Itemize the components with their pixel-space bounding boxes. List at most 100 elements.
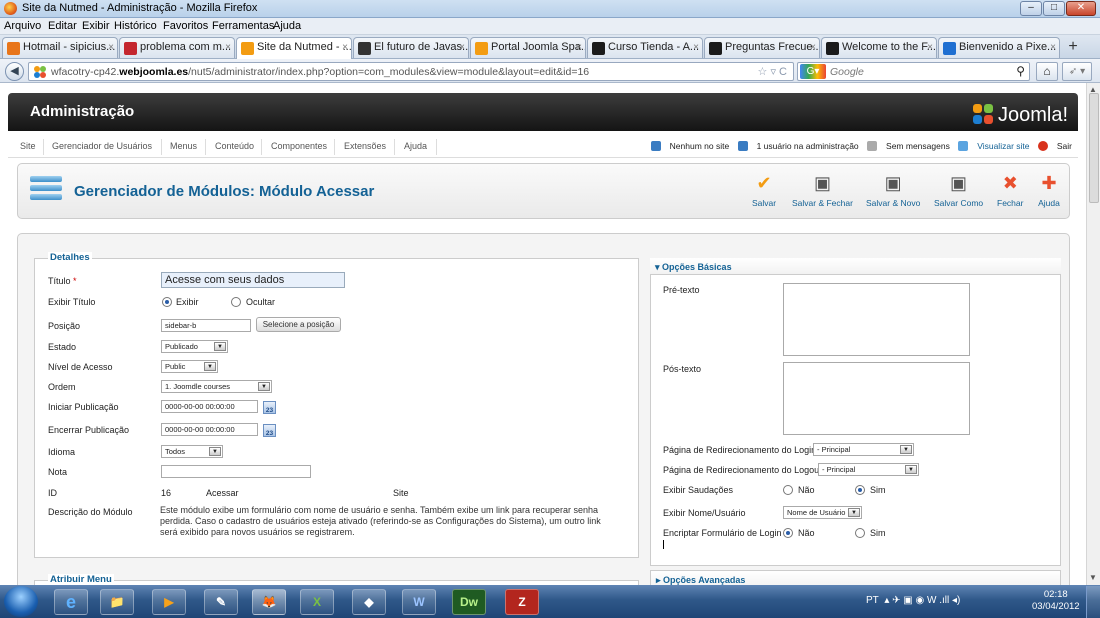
pretext-textarea[interactable]	[783, 283, 970, 356]
joomla-status: Nenhum no site 1 usuário na administraçã…	[645, 141, 1072, 151]
home-button[interactable]: ⌂	[1036, 62, 1058, 81]
media-player-icon[interactable]: ▶	[152, 589, 186, 615]
scrollbar-thumb[interactable]	[1089, 93, 1099, 203]
greeting-yes-radio[interactable]	[855, 485, 865, 495]
tab-welcome[interactable]: Welcome to the F... ×	[821, 37, 937, 58]
tab-close-icon[interactable]: ×	[459, 38, 465, 57]
show-title-yes-radio[interactable]	[162, 297, 172, 307]
tab-close-icon[interactable]: ×	[108, 38, 114, 57]
logout-redirect-select[interactable]: - Principal ▼	[818, 463, 919, 476]
view-site-link[interactable]: Visualizar site	[958, 141, 1030, 151]
tab-close-icon[interactable]: ×	[810, 38, 816, 57]
dreamweaver-icon[interactable]: Dw	[452, 589, 486, 615]
new-tab-button[interactable]: +	[1064, 39, 1082, 57]
search-input[interactable]: Google	[830, 66, 864, 78]
help-button[interactable]: ✚ Ajuda	[1038, 172, 1060, 208]
status-messages[interactable]: Sem mensagens	[867, 141, 950, 151]
select-position-button[interactable]: Selecione a posição	[256, 317, 341, 332]
title-input[interactable]: Acesse com seus dados	[161, 272, 345, 288]
vertical-scrollbar[interactable]: ▲ ▼	[1086, 83, 1100, 585]
menu-ferramentas[interactable]: Ferramentas	[212, 20, 274, 32]
language-indicator[interactable]: PT	[866, 595, 879, 606]
greeting-no-radio[interactable]	[783, 485, 793, 495]
url-bar[interactable]: wfacotry-cp42.webjoomla.es/nut5/administ…	[28, 62, 794, 81]
addon-button[interactable]: ➶ ▾	[1062, 62, 1092, 81]
tab-bienvenido[interactable]: Bienvenido a Pixe... ×	[938, 37, 1060, 58]
menu-help[interactable]: Ajuda	[404, 141, 427, 151]
tab-preguntas[interactable]: Preguntas Frecue... ×	[704, 37, 820, 58]
ie-icon[interactable]: e	[54, 589, 88, 615]
menu-historico[interactable]: Histórico	[114, 20, 157, 32]
maximize-button[interactable]: □	[1043, 1, 1065, 16]
tab-close-icon[interactable]: ×	[927, 38, 933, 57]
menu-site[interactable]: Site	[20, 141, 36, 151]
note-input[interactable]	[161, 465, 311, 478]
tab-close-icon[interactable]: ×	[342, 38, 348, 57]
tab-close-icon[interactable]: ×	[693, 38, 699, 57]
encrypt-no-radio[interactable]	[783, 528, 793, 538]
save-button[interactable]: ✔ Salvar	[752, 172, 776, 208]
basic-options-header[interactable]: ▾ Opções Básicas	[650, 258, 1061, 275]
save-new-button[interactable]: ▣ Salvar & Novo	[866, 172, 920, 208]
menu-favoritos[interactable]: Favoritos	[163, 20, 208, 32]
tab-hotmail[interactable]: Hotmail - sipicius... ×	[2, 37, 118, 58]
back-button[interactable]: ◀	[5, 62, 24, 81]
close-button[interactable]: ✖ Fechar	[997, 172, 1023, 208]
access-select[interactable]: Public ▼	[161, 360, 218, 373]
show-title-no-radio[interactable]	[231, 297, 241, 307]
menu-ajuda[interactable]: Ajuda	[273, 20, 301, 32]
tray-icons[interactable]: ▴ ✈ ▣ ◉ W .ıll ◂)	[884, 595, 960, 606]
login-redirect-select[interactable]: - Principal ▼	[813, 443, 914, 456]
dropdown-arrow-icon: ▼	[204, 362, 216, 371]
search-icon[interactable]: ⚲	[1016, 64, 1025, 78]
menu-extensions[interactable]: Extensões	[344, 141, 386, 151]
url-text[interactable]: wfacotry-cp42.webjoomla.es/nut5/administ…	[51, 66, 589, 78]
publish-down-input[interactable]: 0000-00-00 00:00:00	[161, 423, 258, 436]
order-select[interactable]: 1. Joomdle courses ▼	[161, 380, 272, 393]
menu-users[interactable]: Gerenciador de Usuários	[52, 141, 152, 151]
tab-close-icon[interactable]: ×	[225, 38, 231, 57]
scroll-down-icon[interactable]: ▼	[1089, 573, 1097, 582]
menu-menus[interactable]: Menus	[170, 141, 197, 151]
start-button[interactable]	[4, 586, 38, 617]
save-copy-button[interactable]: ▣ Salvar Como	[934, 172, 983, 208]
save-close-button[interactable]: ▣ Salvar & Fechar	[792, 172, 853, 208]
firefox-taskbar-icon[interactable]: 🦊	[252, 589, 286, 615]
word-icon[interactable]: W	[402, 589, 436, 615]
clock[interactable]: 02:18 03/04/2012	[1032, 589, 1080, 613]
menu-components[interactable]: Componentes	[271, 141, 327, 151]
filezilla-icon[interactable]: Z	[505, 589, 539, 615]
tab-javascript[interactable]: El futuro de Javas... ×	[353, 37, 469, 58]
tab-nutmed[interactable]: Site da Nutmed - ... ×	[236, 37, 352, 59]
menu-arquivo[interactable]: Arquivo	[4, 20, 41, 32]
show-name-select[interactable]: Nome de Usuário ▼	[783, 506, 862, 519]
language-select[interactable]: Todos ▼	[161, 445, 223, 458]
app-icon[interactable]: ◆	[352, 589, 386, 615]
calendar-icon[interactable]: 23	[263, 401, 276, 414]
menu-editar[interactable]: Editar	[48, 20, 77, 32]
show-desktop-button[interactable]	[1086, 586, 1100, 618]
position-input[interactable]: sidebar-b	[161, 319, 251, 332]
encrypt-yes-radio[interactable]	[855, 528, 865, 538]
search-bar[interactable]: G▾ Google ⚲	[797, 62, 1030, 81]
explorer-icon[interactable]: 📁	[100, 589, 134, 615]
tab-portal-joomla[interactable]: Portal Joomla Spa... ×	[470, 37, 586, 58]
tab-close-icon[interactable]: ×	[1050, 38, 1056, 57]
tab-close-icon[interactable]: ×	[576, 38, 582, 57]
google-engine-icon[interactable]: G▾	[800, 64, 826, 79]
state-select[interactable]: Publicado ▼	[161, 340, 228, 353]
tab-problema[interactable]: problema com m... ×	[119, 37, 235, 58]
encrypt-yes-label: Sim	[870, 528, 886, 538]
bookmark-star-icon[interactable]: ☆ ▿ C	[758, 65, 787, 78]
close-window-button[interactable]: ✕	[1066, 1, 1096, 16]
tab-curso-tienda[interactable]: Curso Tienda - A... ×	[587, 37, 703, 58]
logout-link[interactable]: Sair	[1037, 141, 1072, 151]
tool-icon[interactable]: ✎	[204, 589, 238, 615]
menu-content[interactable]: Conteúdo	[215, 141, 254, 151]
menu-exibir[interactable]: Exibir	[82, 20, 110, 32]
publish-up-input[interactable]: 0000-00-00 00:00:00	[161, 400, 258, 413]
minimize-button[interactable]: –	[1020, 1, 1042, 16]
excel-icon[interactable]: X	[300, 589, 334, 615]
calendar-icon[interactable]: 23	[263, 424, 276, 437]
posttext-textarea[interactable]	[783, 362, 970, 435]
